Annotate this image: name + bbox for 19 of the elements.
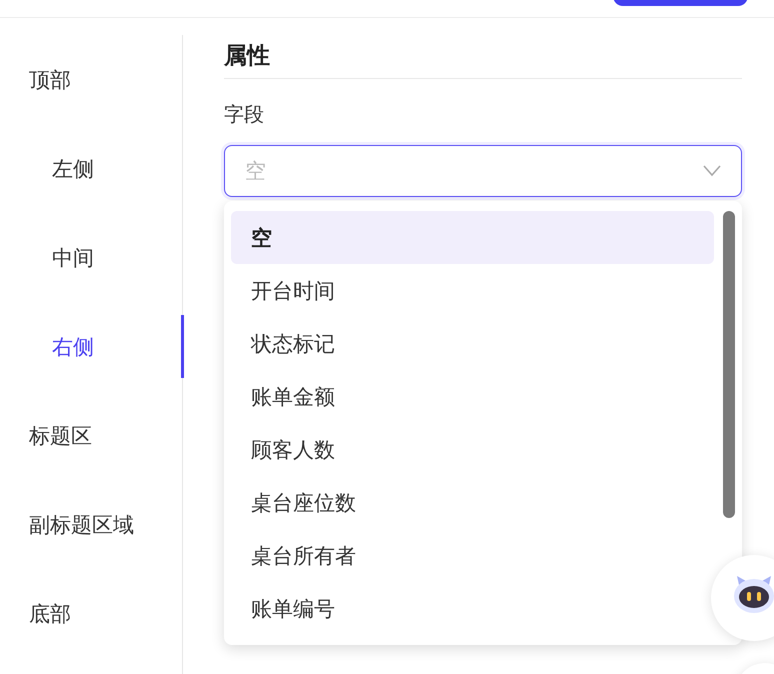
nav-item[interactable]: 顶部 <box>0 35 183 124</box>
dropdown-option[interactable]: 开台时间 <box>231 264 714 317</box>
dropdown-option[interactable]: 状态标记 <box>231 317 714 370</box>
nav-item[interactable]: 底部 <box>0 569 183 658</box>
dropdown-option[interactable]: 账单编号 <box>231 582 714 635</box>
nav-item[interactable]: 中间 <box>0 213 183 302</box>
nav-item[interactable]: 标题区 <box>0 391 183 480</box>
nav-item[interactable]: 右侧 <box>0 302 183 391</box>
dropdown-option[interactable]: 桌台所有者 <box>231 529 714 582</box>
dropdown-option[interactable]: 顾客人数 <box>231 423 714 476</box>
dropdown-option[interactable]: 账单金额 <box>231 370 714 423</box>
section-title: 属性 <box>224 42 271 71</box>
field-label: 字段 <box>224 101 265 128</box>
nav-item[interactable]: 副标题区域 <box>0 480 183 569</box>
robot-icon <box>731 575 774 615</box>
dropdown-option[interactable]: 空 <box>231 211 714 264</box>
dropdown-option[interactable]: 桌台座位数 <box>231 476 714 529</box>
scrollbar[interactable] <box>723 211 735 518</box>
nav-item[interactable]: 左侧 <box>0 124 183 213</box>
